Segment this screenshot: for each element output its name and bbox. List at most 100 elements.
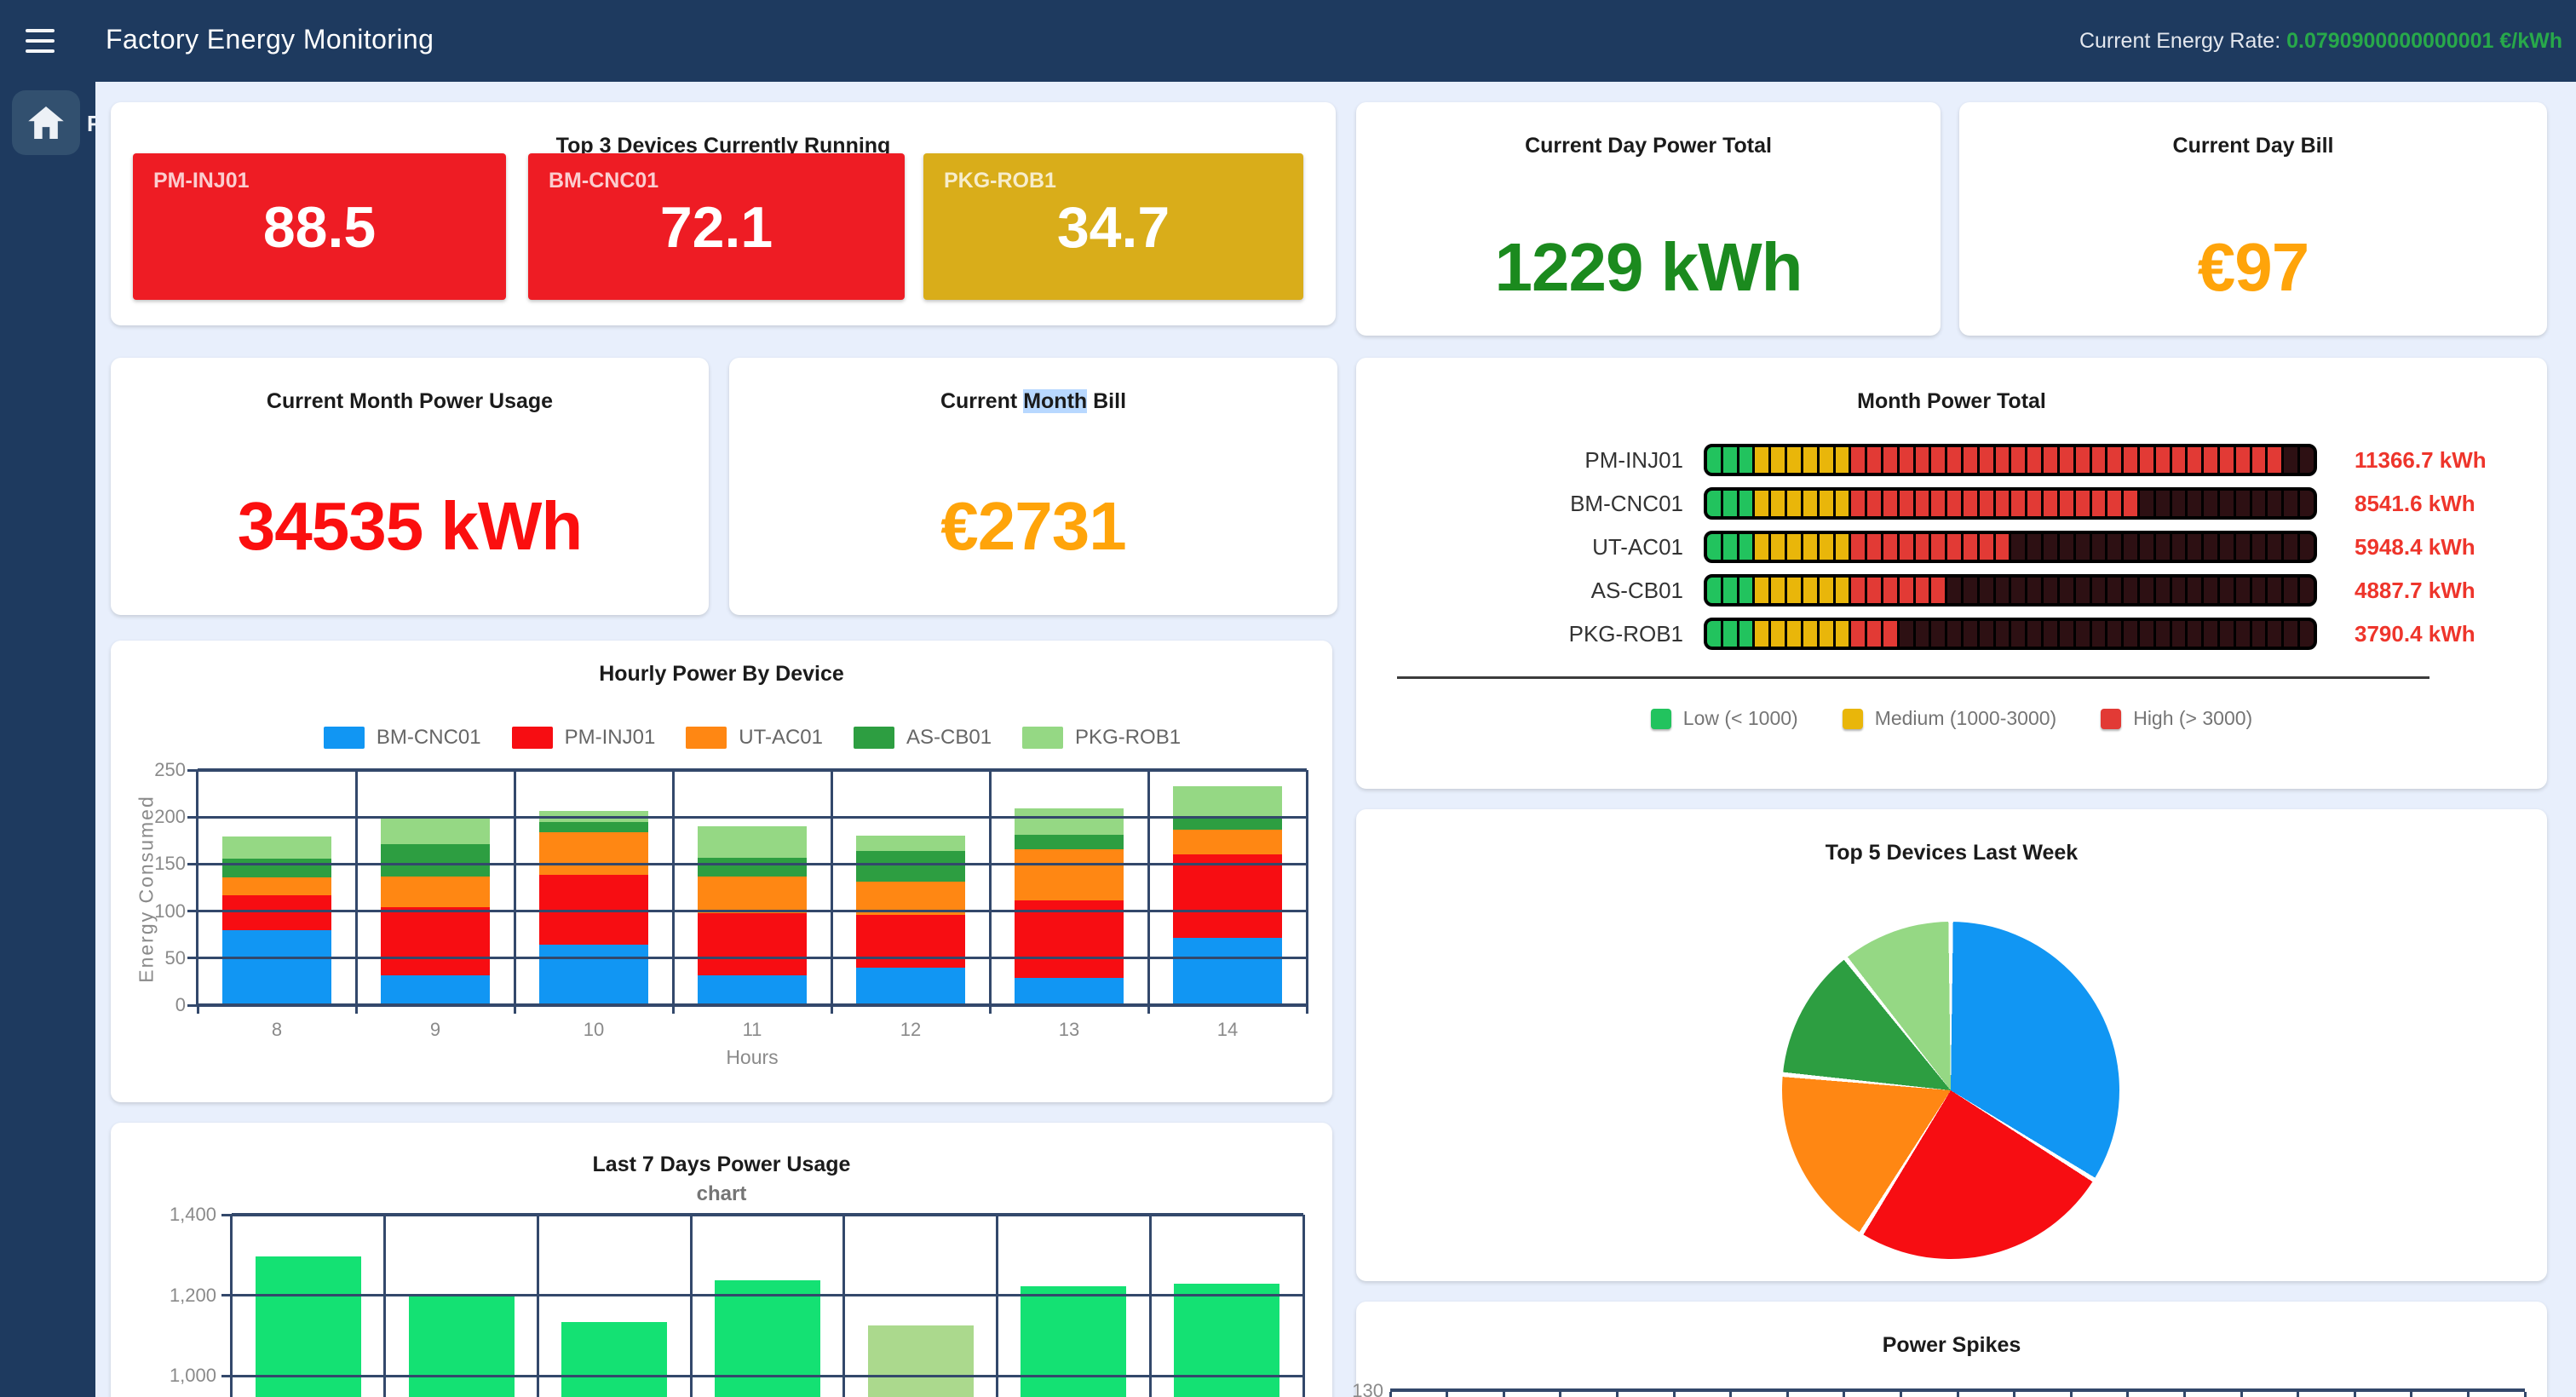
led-bar bbox=[1704, 618, 2317, 650]
grid-line bbox=[690, 1215, 693, 1397]
grid-line bbox=[2524, 1392, 2527, 1397]
card-day-power-total: Current Day Power Total 1229 kWh bbox=[1356, 102, 1941, 336]
device-power-value: 34.7 bbox=[923, 194, 1303, 261]
stacked-bar-segment bbox=[381, 907, 490, 974]
stacked-bar-segment bbox=[1173, 854, 1282, 937]
legend-label: AS-CB01 bbox=[906, 726, 992, 750]
led-segment bbox=[2252, 447, 2266, 473]
legend-item: PM-INJ01 bbox=[512, 726, 656, 750]
grid-line bbox=[1786, 1392, 1789, 1397]
led-segment bbox=[2044, 578, 2057, 603]
led-segment bbox=[1931, 534, 1945, 560]
led-segment bbox=[1771, 534, 1785, 560]
led-segment bbox=[2107, 491, 2121, 516]
led-segment bbox=[2236, 447, 2250, 473]
led-segment bbox=[1883, 578, 1897, 603]
device-total-value: 3790.4 kWh bbox=[2355, 620, 2475, 647]
grid-line bbox=[1147, 770, 1150, 1005]
led-segment bbox=[1739, 534, 1753, 560]
led-segment bbox=[1947, 491, 1961, 516]
grid-line bbox=[198, 863, 1307, 865]
device-power-value: 88.5 bbox=[133, 194, 506, 261]
led-segment bbox=[2140, 621, 2153, 647]
grid-line bbox=[514, 770, 516, 1005]
x-tick-label: 14 bbox=[1193, 1019, 1262, 1041]
grid-line bbox=[1306, 770, 1308, 1005]
stacked-bar-segment bbox=[222, 930, 331, 1005]
grid-line bbox=[1673, 1392, 1676, 1397]
home-button[interactable] bbox=[12, 90, 80, 155]
led-segment bbox=[2188, 491, 2201, 516]
led-segment bbox=[1867, 491, 1881, 516]
stacked-bar-segment bbox=[381, 818, 490, 844]
led-segment bbox=[2252, 621, 2266, 647]
led-segment bbox=[1996, 447, 2010, 473]
led-segment bbox=[1900, 621, 1913, 647]
led-segment bbox=[1707, 621, 1721, 647]
led-segment bbox=[2284, 447, 2297, 473]
legend-label: High (> 3000) bbox=[2133, 707, 2252, 730]
led-segment bbox=[2220, 578, 2234, 603]
card-title: Current Month Power Usage bbox=[111, 389, 709, 414]
device-total-value: 11366.7 kWh bbox=[2355, 446, 2487, 474]
grid-line bbox=[989, 770, 992, 1005]
led-segment bbox=[2140, 447, 2153, 473]
grid-line bbox=[2070, 1392, 2073, 1397]
legend-item: UT-AC01 bbox=[686, 726, 823, 750]
led-segment bbox=[1980, 534, 1993, 560]
x-tick-label: 10 bbox=[560, 1019, 628, 1041]
bar bbox=[715, 1280, 820, 1397]
led-segment bbox=[1964, 447, 1977, 473]
led-segment bbox=[1787, 578, 1801, 603]
grid-line bbox=[2467, 1392, 2470, 1397]
card-title: Hourly Power By Device bbox=[111, 662, 1332, 687]
x-tick-label: 11 bbox=[718, 1019, 786, 1041]
hourly-plot bbox=[198, 770, 1307, 1005]
led-segment bbox=[2027, 621, 2041, 647]
led-segment bbox=[1916, 578, 1929, 603]
led-segment bbox=[2060, 447, 2073, 473]
legend-swatch bbox=[1651, 709, 1671, 729]
led-segment bbox=[1755, 534, 1768, 560]
legend-swatch bbox=[324, 727, 365, 749]
device-label: UT-AC01 bbox=[1356, 533, 1683, 561]
led-segment bbox=[1900, 447, 1913, 473]
led-segment bbox=[2204, 447, 2217, 473]
grid-line bbox=[537, 1215, 539, 1397]
led-segment bbox=[2172, 621, 2186, 647]
led-segment bbox=[1883, 491, 1897, 516]
led-segment bbox=[2107, 447, 2121, 473]
led-segment bbox=[1883, 621, 1897, 647]
chart-subtitle: chart bbox=[111, 1182, 1332, 1206]
led-segment bbox=[1980, 621, 1993, 647]
led-segment bbox=[1980, 578, 1993, 603]
menu-icon[interactable] bbox=[26, 29, 55, 53]
led-segment bbox=[2268, 578, 2281, 603]
grid-line bbox=[1446, 1392, 1448, 1397]
led-segment bbox=[1916, 491, 1929, 516]
legend-label: UT-AC01 bbox=[739, 726, 823, 750]
led-segment bbox=[1947, 621, 1961, 647]
stacked-bar-segment bbox=[1173, 938, 1282, 1005]
led-segment bbox=[2011, 578, 2025, 603]
led-segment bbox=[2268, 534, 2281, 560]
led-segment bbox=[2236, 534, 2250, 560]
led-segment bbox=[1723, 447, 1737, 473]
led-segment bbox=[2188, 578, 2201, 603]
led-segment bbox=[2172, 447, 2186, 473]
led-segment bbox=[2220, 491, 2234, 516]
grid-line bbox=[232, 1294, 1303, 1296]
led-segment bbox=[2076, 447, 2090, 473]
day-power-total-value: 1229 kWh bbox=[1356, 228, 1941, 307]
device-total-value: 5948.4 kWh bbox=[2355, 533, 2475, 561]
legend-swatch bbox=[1022, 727, 1063, 749]
card-title: Power Spikes bbox=[1356, 1333, 2547, 1358]
grid-line bbox=[1503, 1392, 1505, 1397]
led-segment bbox=[2204, 621, 2217, 647]
bar bbox=[561, 1322, 667, 1397]
led-segment bbox=[1803, 621, 1817, 647]
led-segment bbox=[2268, 447, 2281, 473]
card-top5-devices: Top 5 Devices Last Week bbox=[1356, 809, 2547, 1281]
led-segment bbox=[2076, 534, 2090, 560]
card-power-spikes: Power Spikes 130 bbox=[1356, 1302, 2547, 1397]
